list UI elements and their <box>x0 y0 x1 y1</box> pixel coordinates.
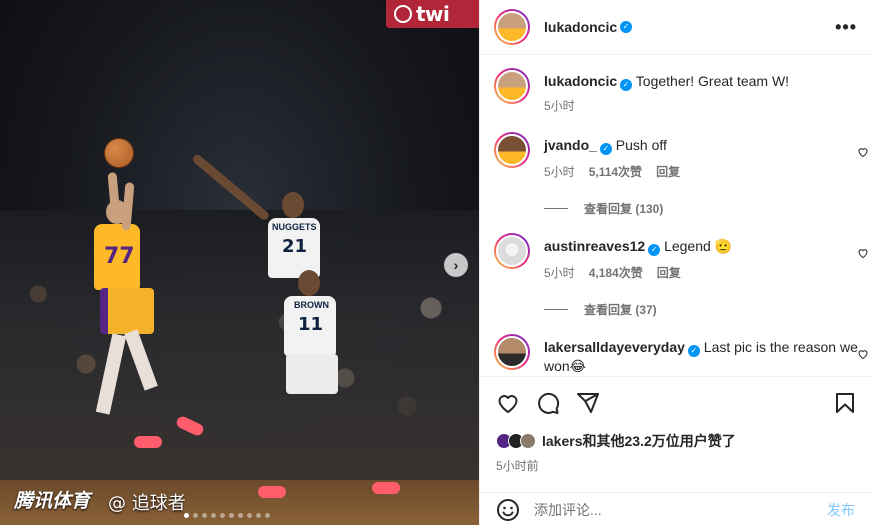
crowd-background <box>0 210 479 490</box>
comment-username[interactable]: austinreaves12 <box>544 238 645 254</box>
avatar <box>520 433 536 449</box>
carousel-dot <box>229 513 234 518</box>
likes-summary[interactable]: lakers和其他23.2万位用户赞了 <box>496 431 736 451</box>
carousel-dots <box>184 513 270 518</box>
view-replies-button[interactable]: 查看回复 (37) <box>544 301 657 318</box>
comment-likes[interactable]: 4,184次赞 <box>589 264 643 283</box>
lakers-player: 77 <box>86 200 196 440</box>
heart-icon[interactable] <box>857 247 869 259</box>
brown-jersey-number: 11 <box>298 314 324 335</box>
comment-likes[interactable]: 5,114次赞 <box>589 163 642 182</box>
comment-time: 5小时 <box>544 266 575 280</box>
likes-text: lakers和其他23.2万位用户赞了 <box>542 433 736 449</box>
comment-icon[interactable] <box>536 391 560 415</box>
heart-icon[interactable] <box>857 348 869 360</box>
watermark-brand: 腾讯体育 <box>14 490 91 512</box>
banner-text: twi <box>416 2 450 26</box>
nuggets-player-11: BROWN 11 <box>280 270 344 430</box>
arena-banner: twi <box>386 0 479 28</box>
verified-badge-icon: ✓ <box>687 345 700 357</box>
watermark-handle: @ 追球者 <box>108 493 186 514</box>
share-icon[interactable] <box>576 391 600 415</box>
verified-badge-icon: ✓ <box>599 143 612 155</box>
caption-username[interactable]: lukadoncic <box>544 73 617 89</box>
comment-username[interactable]: jvando_ <box>544 137 597 153</box>
comments-list[interactable]: lukadoncic ✓ Together! Great team W! 5小时 … <box>480 56 871 376</box>
view-replies-button[interactable]: 查看回复 (130) <box>544 200 663 217</box>
like-heart-icon[interactable] <box>496 391 520 415</box>
next-photo-button[interactable]: › <box>444 253 468 277</box>
carousel-dot <box>193 513 198 518</box>
carousel-dot <box>238 513 243 518</box>
emoji-icon[interactable] <box>496 498 520 522</box>
comment-text: Push off <box>615 137 667 153</box>
avatar[interactable] <box>494 132 530 168</box>
reply-button[interactable]: 回复 <box>657 264 681 283</box>
avatar[interactable] <box>494 233 530 269</box>
carousel-dot <box>202 513 207 518</box>
post-time: 5小时前 <box>496 459 539 473</box>
avatar[interactable] <box>494 68 530 104</box>
more-options-icon[interactable]: ••• <box>835 17 857 38</box>
nuggets-jersey-text: NUGGETS <box>272 222 317 232</box>
add-comment-bar: 发布 <box>480 492 871 525</box>
list-item: jvando_ ✓ Push off 5小时 5,114次赞 回复 <box>494 132 871 182</box>
post-header: lukadoncic ✓ ••• <box>480 0 871 55</box>
post-side-panel: lukadoncic ✓ ••• lukadoncic ✓ Together! G… <box>479 0 871 525</box>
caption-text: Together! Great team W! <box>635 73 790 89</box>
verified-badge-icon: ✓ <box>648 244 661 256</box>
carousel-dot <box>256 513 261 518</box>
carousel-dot <box>265 513 270 518</box>
list-item: austinreaves12 ✓ Legend 🫡 5小时 4,184次赞 回复 <box>494 233 871 283</box>
verified-badge-icon: ✓ <box>620 79 633 91</box>
reply-button[interactable]: 回复 <box>656 163 680 182</box>
action-bar: lakers和其他23.2万位用户赞了 5小时前 发布 <box>480 376 871 525</box>
comment-time: 5小时 <box>544 165 575 179</box>
post-photo[interactable]: twi 77 NUGGETS 21 BROWN 11 › 腾讯体育 @ 追球者 <box>0 0 479 525</box>
heart-icon[interactable] <box>857 146 869 158</box>
comment-username[interactable]: lakersalldayeveryday <box>544 339 685 355</box>
carousel-dot <box>247 513 252 518</box>
basketball <box>104 138 134 168</box>
list-item: lakersalldayeveryday ✓ Last pic is the re… <box>494 334 871 376</box>
caption: lukadoncic ✓ Together! Great team W! 5小时 <box>494 68 871 116</box>
carousel-dot <box>211 513 216 518</box>
verified-badge-icon: ✓ <box>620 21 633 33</box>
nuggets-jersey-number: 21 <box>282 236 308 257</box>
caption-time: 5小时 <box>544 99 575 113</box>
banner-logo <box>394 5 412 23</box>
lakers-jersey-number: 77 <box>104 244 135 269</box>
brown-jersey-name: BROWN <box>294 300 329 310</box>
post-comment-button[interactable]: 发布 <box>827 500 855 520</box>
avatar[interactable] <box>494 334 530 370</box>
comment-input[interactable] <box>534 501 827 518</box>
bookmark-icon[interactable] <box>833 391 857 415</box>
carousel-dot <box>220 513 225 518</box>
comment-text: Legend 🫡 <box>664 238 733 254</box>
header-username[interactable]: lukadoncic <box>544 19 617 35</box>
avatar[interactable] <box>494 9 530 45</box>
